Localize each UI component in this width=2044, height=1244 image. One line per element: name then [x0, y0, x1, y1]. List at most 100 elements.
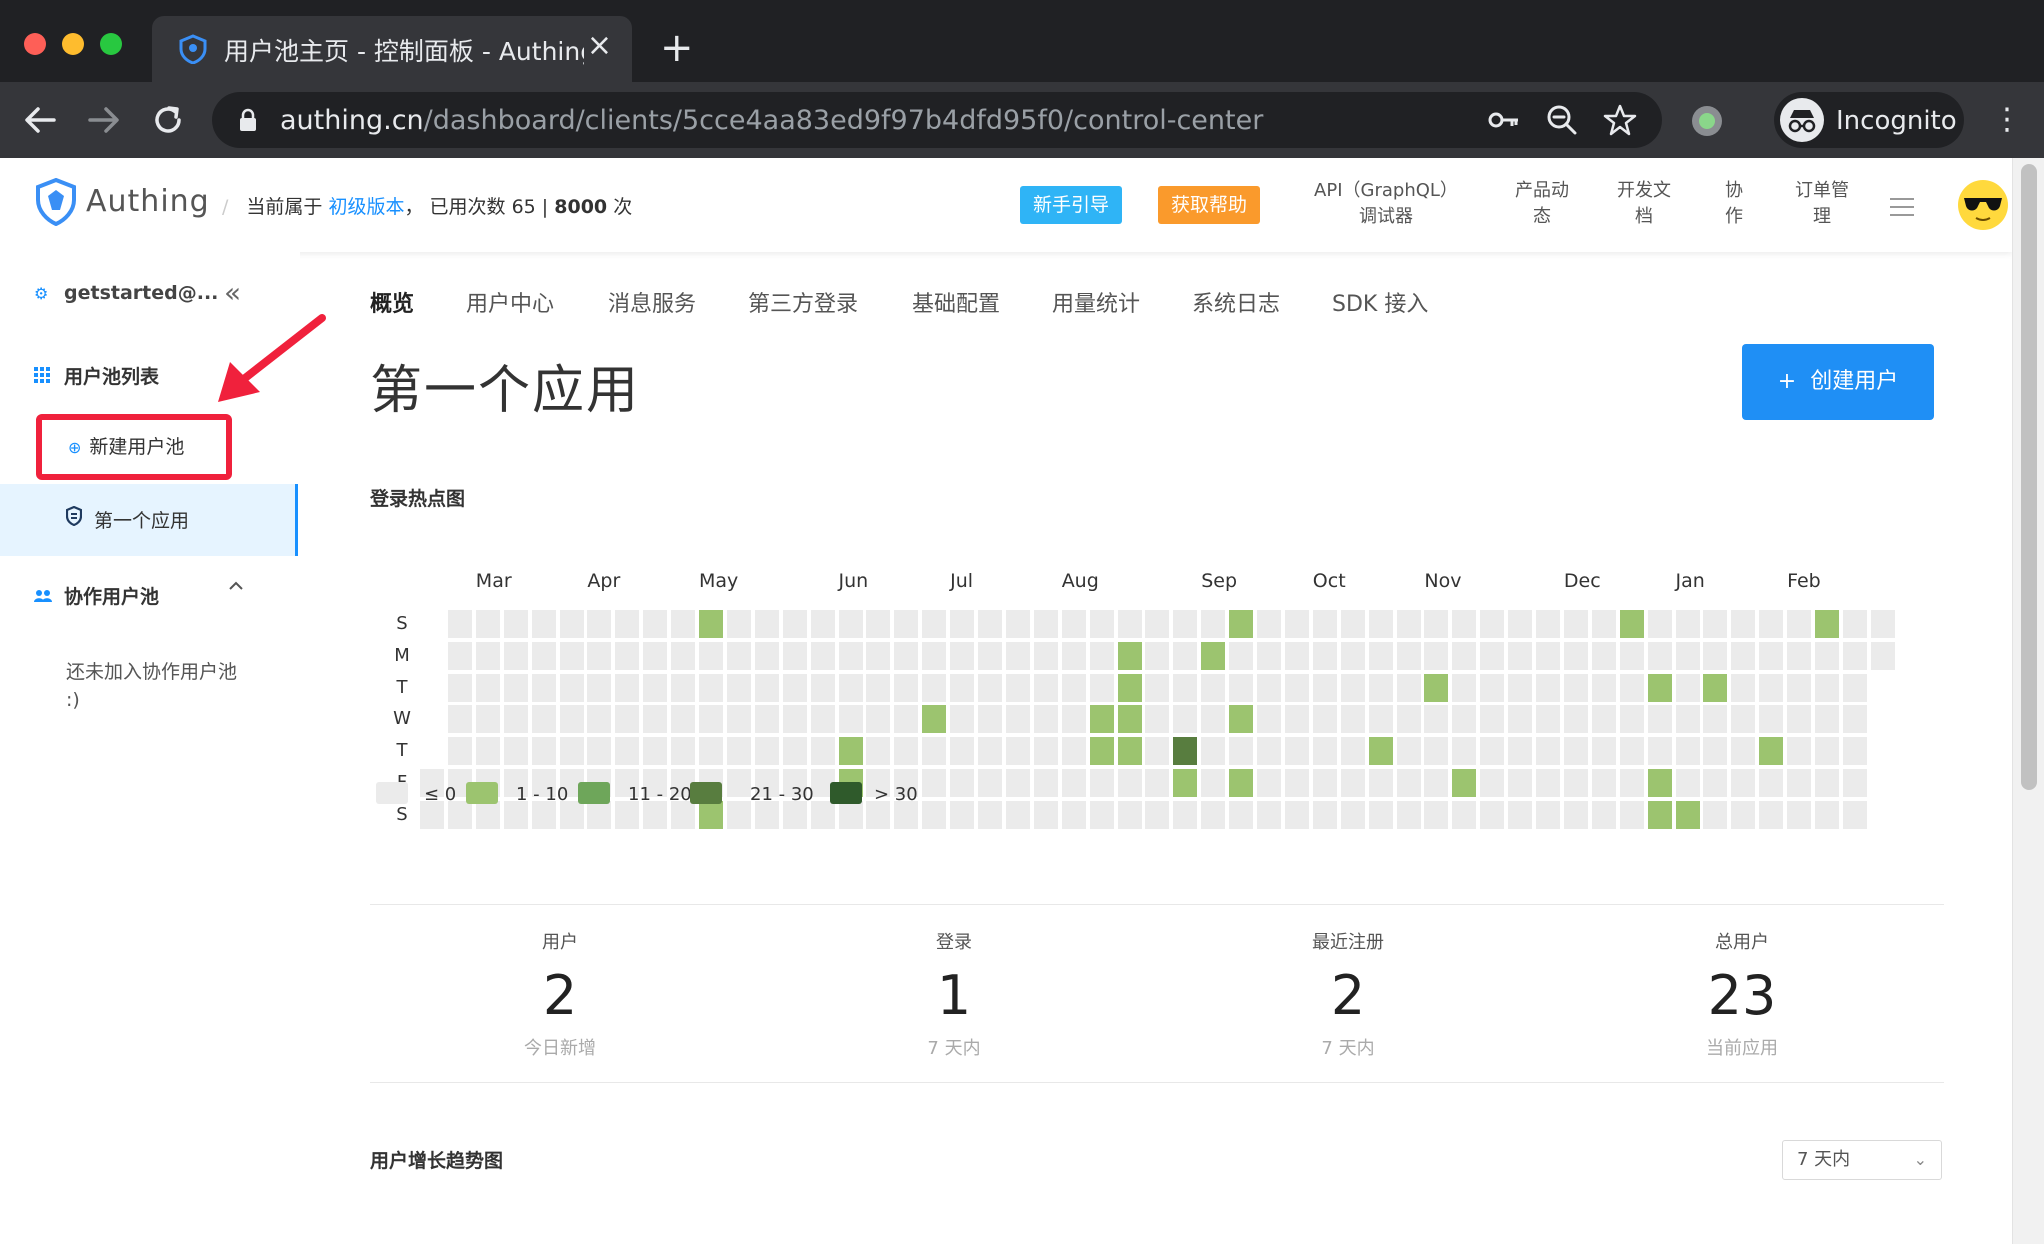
heatmap-cell[interactable]: [1368, 641, 1393, 670]
heatmap-cell[interactable]: [559, 737, 584, 766]
heatmap-cell[interactable]: [1005, 610, 1030, 638]
heatmap-cell[interactable]: [866, 641, 891, 670]
heatmap-cell[interactable]: [531, 705, 556, 734]
heatmap-cell[interactable]: [1647, 673, 1672, 702]
collaboration-link[interactable]: 协作: [1714, 178, 1754, 230]
heatmap-cell[interactable]: [1815, 737, 1839, 766]
zoom-window-button[interactable]: [100, 33, 122, 55]
heatmap-cell[interactable]: [1340, 737, 1365, 766]
heatmap-cell[interactable]: [838, 641, 863, 670]
heatmap-cell[interactable]: [1145, 673, 1170, 702]
avatar[interactable]: [1958, 180, 2008, 230]
heatmap-cell[interactable]: [1563, 737, 1588, 766]
heatmap-cell[interactable]: [1312, 673, 1337, 702]
heatmap-cell[interactable]: [1117, 673, 1142, 702]
heatmap-cell[interactable]: [1061, 737, 1086, 766]
heatmap-cell[interactable]: [475, 673, 500, 702]
heatmap-cell[interactable]: [922, 641, 947, 670]
heatmap-cell[interactable]: [699, 737, 723, 766]
heatmap-cell[interactable]: [475, 641, 500, 670]
heatmap-cell[interactable]: [1759, 800, 1784, 829]
heatmap-cell[interactable]: [1842, 641, 1867, 670]
heatmap-cell[interactable]: [782, 737, 807, 766]
hamburger-menu-icon[interactable]: [1890, 198, 1914, 222]
heatmap-cell[interactable]: [922, 800, 947, 829]
heatmap-cell[interactable]: [1703, 673, 1728, 702]
heatmap-cell[interactable]: [1480, 641, 1505, 670]
heatmap-cell[interactable]: [1145, 705, 1170, 734]
heatmap-cell[interactable]: [1368, 673, 1393, 702]
graphql-debugger-link[interactable]: API（GraphQL） 调试器: [1306, 178, 1466, 230]
create-user-button[interactable]: + 创建用户: [1742, 344, 1934, 420]
heatmap-cell[interactable]: [531, 737, 556, 766]
heatmap-cell[interactable]: [1396, 610, 1421, 638]
heatmap-cell[interactable]: [1647, 800, 1672, 829]
heatmap-cell[interactable]: [1480, 769, 1505, 797]
heatmap-cell[interactable]: [894, 737, 919, 766]
heatmap-cell[interactable]: [838, 737, 863, 766]
heatmap-cell[interactable]: [754, 705, 779, 734]
heatmap-cell[interactable]: [1591, 737, 1616, 766]
heatmap-cell[interactable]: [1312, 737, 1337, 766]
heatmap-cell[interactable]: [1508, 610, 1533, 638]
heatmap-cell[interactable]: [671, 705, 696, 734]
heatmap-cell[interactable]: [1061, 641, 1086, 670]
heatmap-cell[interactable]: [1452, 641, 1477, 670]
sidebar-item-first-app[interactable]: 第一个应用: [0, 484, 298, 556]
heatmap-cell[interactable]: [1005, 737, 1030, 766]
heatmap-cell[interactable]: [475, 800, 500, 829]
heatmap-cell[interactable]: [1536, 610, 1560, 638]
new-pool-button[interactable]: ⊕ 新建用户池: [54, 426, 214, 468]
heatmap-cell[interactable]: [1089, 673, 1114, 702]
tab-overview[interactable]: 概览: [370, 286, 414, 318]
address-bar[interactable]: authing.cn/dashboard/clients/5cce4aa83ed…: [212, 92, 1662, 148]
heatmap-cell[interactable]: [1842, 610, 1867, 638]
heatmap-cell[interactable]: [1284, 705, 1309, 734]
heatmap-cell[interactable]: [726, 705, 751, 734]
heatmap-cell[interactable]: [1284, 641, 1309, 670]
heatmap-cell[interactable]: [1759, 705, 1784, 734]
heatmap-cell[interactable]: [922, 737, 947, 766]
heatmap-cell[interactable]: [503, 610, 528, 638]
heatmap-cell[interactable]: [1703, 705, 1728, 734]
heatmap-cell[interactable]: [1647, 737, 1672, 766]
heatmap-cell[interactable]: [1368, 800, 1393, 829]
tab-basic-config[interactable]: 基础配置: [912, 286, 1000, 318]
heatmap-cell[interactable]: [1173, 737, 1198, 766]
heatmap-cell[interactable]: [726, 641, 751, 670]
heatmap-cell[interactable]: [1703, 769, 1728, 797]
heatmap-cell[interactable]: [587, 610, 612, 638]
heatmap-cell[interactable]: [1117, 641, 1142, 670]
heatmap-cell[interactable]: [1815, 800, 1839, 829]
heatmap-cell[interactable]: [1368, 610, 1393, 638]
incognito-profile-button[interactable]: Incognito: [1774, 92, 1964, 148]
heatmap-cell[interactable]: [1173, 673, 1198, 702]
heatmap-cell[interactable]: [1145, 769, 1170, 797]
heatmap-cell[interactable]: [726, 800, 751, 829]
extension-icon[interactable]: [1692, 106, 1722, 136]
heatmap-cell[interactable]: [1145, 641, 1170, 670]
heatmap-cell[interactable]: [754, 673, 779, 702]
help-button[interactable]: 获取帮助: [1158, 186, 1260, 224]
heatmap-cell[interactable]: [1033, 641, 1058, 670]
heatmap-cell[interactable]: [1703, 737, 1728, 766]
orders-link[interactable]: 订单管理: [1782, 178, 1862, 230]
heatmap-cell[interactable]: [894, 610, 919, 638]
heatmap-cell[interactable]: [1117, 610, 1142, 638]
heatmap-cell[interactable]: [1229, 769, 1254, 797]
heatmap-cell[interactable]: [1452, 673, 1477, 702]
heatmap-cell[interactable]: [1284, 769, 1309, 797]
heatmap-cell[interactable]: [1396, 641, 1421, 670]
heatmap-cell[interactable]: [1424, 673, 1449, 702]
heatmap-cell[interactable]: [1591, 800, 1616, 829]
heatmap-cell[interactable]: [1675, 641, 1700, 670]
heatmap-cell[interactable]: [531, 673, 556, 702]
heatmap-cell[interactable]: [1563, 800, 1588, 829]
heatmap-cell[interactable]: [782, 705, 807, 734]
heatmap-cell[interactable]: [671, 673, 696, 702]
heatmap-cell[interactable]: [1312, 705, 1337, 734]
tab-close-icon[interactable]: ×: [587, 28, 612, 63]
heatmap-cell[interactable]: [1787, 737, 1812, 766]
browser-tab[interactable]: 用户池主页 - 控制面板 - Authing ×: [152, 16, 632, 82]
heatmap-cell[interactable]: [1731, 769, 1756, 797]
